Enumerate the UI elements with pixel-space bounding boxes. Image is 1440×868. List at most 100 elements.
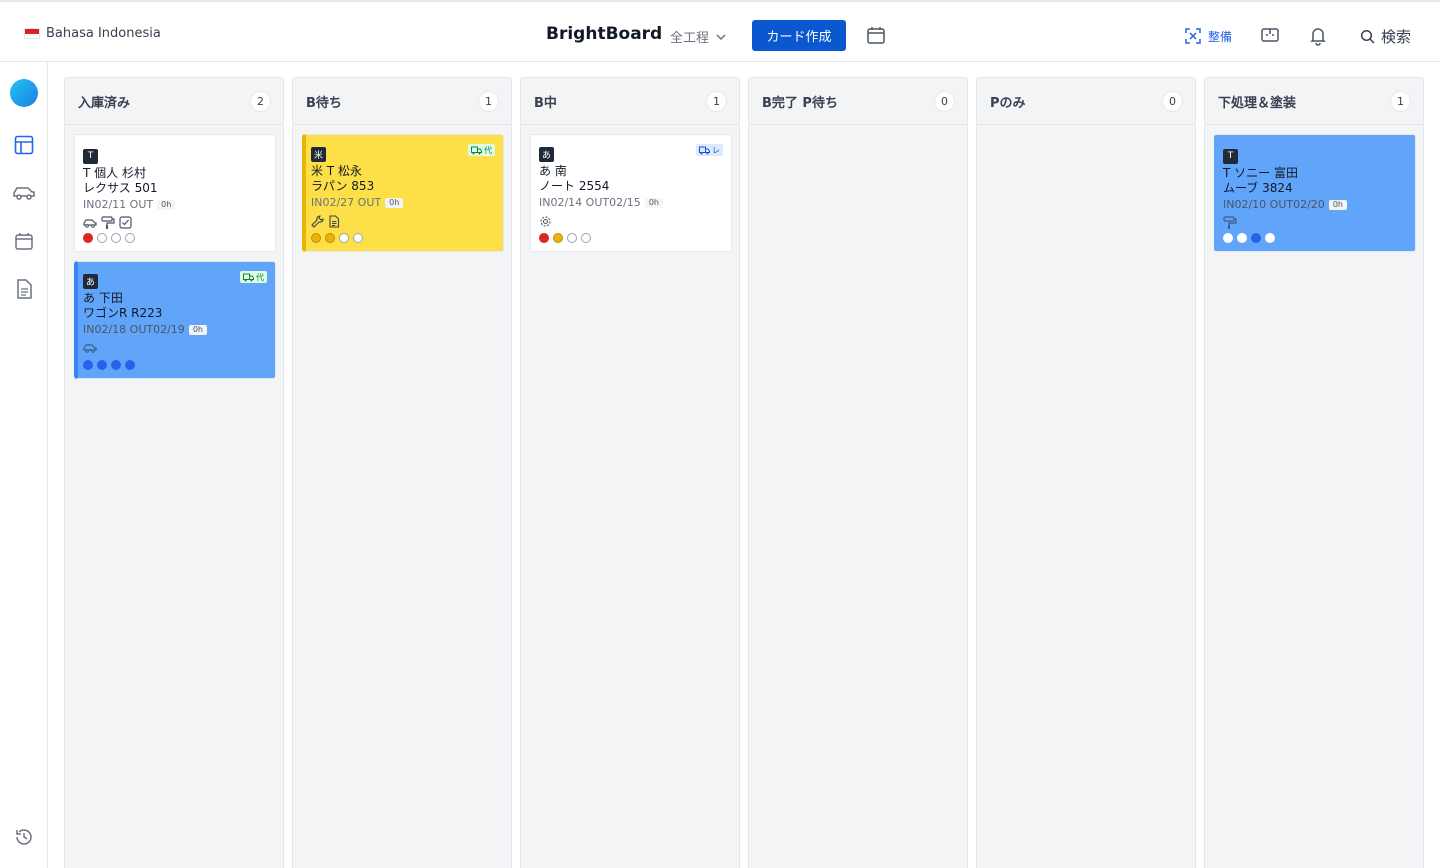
card-vehicle: ラパン 853 bbox=[311, 179, 375, 193]
progress-dots bbox=[1223, 233, 1275, 243]
card-dates-text: IN02/14 OUT02/15 bbox=[539, 196, 641, 209]
card-dates-text: IN02/18 OUT02/19 bbox=[83, 323, 185, 336]
progress-dot bbox=[1265, 233, 1275, 243]
card-dates: IN02/27 OUT 0h bbox=[311, 196, 503, 210]
column-shita-shori-tosou: 下処理＆塗装 1 T T ソニー 富田 ムーブ 3824 IN02/10 OUT… bbox=[1204, 77, 1424, 868]
card-vehicle: ワゴンR R223 bbox=[83, 306, 163, 320]
progress-dot bbox=[125, 233, 135, 243]
paint-roller-icon bbox=[101, 215, 115, 229]
rental-car-tag: レ bbox=[696, 144, 723, 156]
brand-title: BrightBoard bbox=[546, 24, 663, 44]
card-customer: あ 南 bbox=[539, 164, 567, 178]
truck-icon bbox=[243, 273, 254, 281]
card-dates: IN02/18 OUT02/19 0h bbox=[83, 323, 275, 337]
column-count-badge: 1 bbox=[1390, 90, 1411, 112]
column-header: B待ち 1 bbox=[293, 78, 511, 125]
card-badge: 米 bbox=[311, 147, 326, 162]
document-icon bbox=[329, 214, 340, 228]
column-header: B中 1 bbox=[521, 78, 739, 125]
ticket-icon[interactable] bbox=[1260, 26, 1280, 44]
loaner-car-tag: 代 bbox=[240, 271, 267, 283]
truck-icon bbox=[471, 146, 482, 154]
progress-dot bbox=[125, 360, 135, 370]
progress-dot bbox=[97, 360, 107, 370]
card-customer: T 個人 杉村 bbox=[83, 165, 146, 180]
progress-dots bbox=[83, 360, 135, 370]
create-card-button[interactable]: カード作成 bbox=[752, 20, 846, 51]
car-icon bbox=[83, 218, 97, 228]
column-header: 下処理＆塗装 1 bbox=[1205, 78, 1423, 125]
stage-filter-dropdown[interactable]: 全工程 bbox=[670, 27, 727, 46]
maintenance-button[interactable]: 整備 bbox=[1184, 27, 1232, 45]
bell-icon[interactable] bbox=[1309, 26, 1327, 46]
progress-dot bbox=[97, 233, 107, 243]
search-button[interactable]: 検索 bbox=[1360, 26, 1411, 47]
card-dates: IN02/10 OUT02/20 0h bbox=[1223, 198, 1415, 212]
progress-dot bbox=[111, 360, 121, 370]
column-header: Pのみ 0 bbox=[977, 78, 1195, 125]
column-title: B完了 P待ち bbox=[762, 95, 838, 111]
sidebar bbox=[0, 62, 48, 868]
card-hours: 0h bbox=[1328, 199, 1347, 210]
indonesia-flag-icon bbox=[24, 28, 40, 39]
progress-dot bbox=[111, 233, 121, 243]
progress-dot bbox=[553, 233, 563, 243]
column-count-badge: 2 bbox=[250, 90, 271, 112]
column-header: 入庫済み 2 bbox=[65, 78, 283, 125]
car-icon[interactable] bbox=[12, 184, 36, 202]
job-card[interactable]: T T 個人 杉村 レクサス 501 IN02/11 OUT 0h bbox=[74, 134, 276, 252]
board-icon[interactable] bbox=[14, 135, 34, 155]
card-customer: 米 T 松永 bbox=[311, 164, 362, 178]
tag-label: レ bbox=[712, 145, 720, 155]
card-hours: 0h bbox=[157, 199, 176, 210]
progress-dot bbox=[353, 233, 363, 243]
avatar[interactable] bbox=[10, 79, 38, 107]
progress-dots bbox=[83, 233, 135, 243]
card-customer: あ 下田 bbox=[83, 291, 123, 305]
loaner-car-tag: 代 bbox=[468, 144, 495, 156]
truck-icon bbox=[699, 146, 710, 154]
language-selector[interactable]: Bahasa Indonesia bbox=[24, 26, 161, 41]
column-b-naka: B中 1 あ レ あ 南 ノート 2554 IN02/14 OUT02/15 0… bbox=[520, 77, 740, 868]
card-icons bbox=[311, 214, 503, 228]
column-count-badge: 0 bbox=[934, 90, 955, 112]
progress-dot bbox=[1251, 233, 1261, 243]
progress-dot bbox=[83, 360, 93, 370]
calendar-icon[interactable] bbox=[866, 25, 886, 45]
column-title: B待ち bbox=[306, 95, 342, 111]
job-card[interactable]: 米 代 米 T 松永 ラパン 853 IN02/27 OUT 0h bbox=[302, 134, 504, 252]
column-title: 入庫済み bbox=[78, 95, 131, 111]
column-title: Pのみ bbox=[990, 95, 1026, 111]
tag-label: 代 bbox=[484, 145, 492, 155]
card-dates-text: IN02/10 OUT02/20 bbox=[1223, 197, 1325, 211]
card-icons bbox=[83, 341, 275, 355]
card-hours: 0h bbox=[188, 325, 207, 335]
stage-filter-label: 全工程 bbox=[670, 31, 710, 46]
progress-dots bbox=[311, 233, 363, 243]
column-count-badge: 0 bbox=[1162, 90, 1183, 112]
progress-dot bbox=[581, 233, 591, 243]
card-badge: T bbox=[1223, 148, 1238, 164]
tag-label: 代 bbox=[256, 272, 264, 282]
column-p-nomi: Pのみ 0 bbox=[976, 77, 1196, 868]
progress-dot bbox=[1223, 233, 1233, 243]
document-icon[interactable] bbox=[14, 278, 34, 300]
card-vehicle: レクサス 501 bbox=[83, 180, 158, 195]
top-header: Bahasa Indonesia BrightBoard 全工程 カード作成 整… bbox=[0, 0, 1440, 62]
column-count-badge: 1 bbox=[706, 90, 727, 112]
job-card[interactable]: T T ソニー 富田 ムーブ 3824 IN02/10 OUT02/20 0h bbox=[1214, 134, 1416, 252]
card-dates-text: IN02/27 OUT bbox=[311, 196, 382, 209]
column-b-kanryo-p-machi: B完了 P待ち 0 bbox=[748, 77, 968, 868]
job-card[interactable]: あ レ あ 南 ノート 2554 IN02/14 OUT02/15 0h bbox=[530, 134, 732, 252]
history-icon[interactable] bbox=[14, 827, 34, 847]
progress-dots bbox=[539, 233, 591, 243]
progress-dot bbox=[325, 233, 335, 243]
progress-dot bbox=[311, 233, 321, 243]
checkbox-icon bbox=[119, 216, 132, 229]
job-card[interactable]: あ 代 あ 下田 ワゴンR R223 IN02/18 OUT02/19 0h bbox=[74, 261, 276, 379]
paint-roller-icon bbox=[1223, 215, 1237, 229]
maintenance-label: 整備 bbox=[1208, 29, 1233, 44]
card-icons bbox=[83, 215, 275, 230]
calendar-icon[interactable] bbox=[14, 231, 34, 251]
card-vehicle: ムーブ 3824 bbox=[1223, 180, 1293, 195]
